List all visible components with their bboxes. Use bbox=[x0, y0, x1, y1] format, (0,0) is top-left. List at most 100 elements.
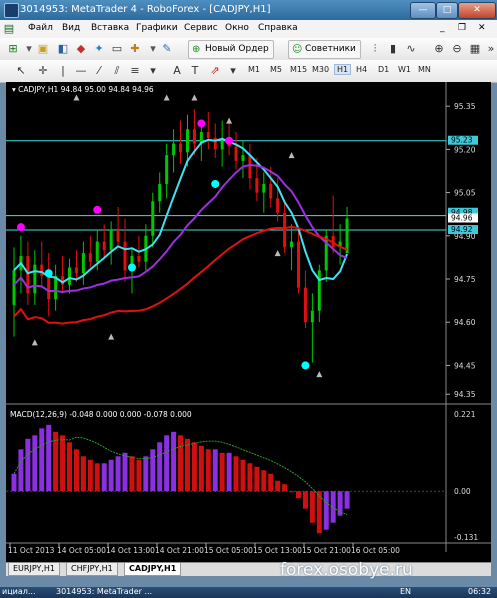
timeframe-m30[interactable]: M30 bbox=[312, 65, 329, 74]
macd-bar bbox=[233, 456, 239, 492]
macd-bar bbox=[212, 449, 218, 492]
signal-dot bbox=[211, 179, 220, 188]
macd-bar bbox=[302, 491, 308, 509]
text-icon[interactable]: A bbox=[170, 64, 184, 78]
candle-body bbox=[88, 253, 92, 262]
timeframe-m15[interactable]: M15 bbox=[290, 65, 307, 74]
expert-advisors-button[interactable]: ☺ Советники bbox=[288, 40, 361, 59]
candle-body bbox=[109, 230, 113, 251]
mdi-minimize-icon[interactable]: _ bbox=[440, 23, 445, 33]
candle-body bbox=[185, 129, 189, 153]
candle-body bbox=[192, 129, 196, 144]
new-chart-icon[interactable]: ⊞ bbox=[6, 42, 20, 56]
price-tick-label: 94.75 bbox=[454, 275, 476, 284]
minimize-button[interactable]: — bbox=[410, 2, 436, 19]
menu-charts[interactable]: Графики bbox=[136, 23, 178, 33]
dropdown-arrow-icon[interactable]: ▾ bbox=[226, 64, 240, 78]
profiles-icon[interactable]: ▣ bbox=[36, 42, 50, 56]
fibonacci-icon[interactable]: ≡ bbox=[128, 64, 142, 78]
macd-bar bbox=[316, 491, 322, 534]
navigator-icon[interactable]: ✦ bbox=[92, 42, 106, 56]
timeframe-h4[interactable]: H4 bbox=[356, 65, 367, 74]
chevron-right-icon[interactable]: » bbox=[484, 42, 497, 56]
dropdown-arrow-icon[interactable]: ▾ bbox=[146, 64, 160, 78]
tile-windows-icon[interactable]: ▦ bbox=[468, 42, 482, 56]
tab-cadjpy[interactable]: CADJPY,H1 bbox=[124, 563, 182, 576]
metaeditor-icon[interactable]: ✎ bbox=[160, 42, 174, 56]
timeframe-h1[interactable]: H1 bbox=[334, 64, 352, 75]
channel-icon[interactable]: ⫽ bbox=[110, 64, 124, 78]
new-order-button[interactable]: ⊕ Новый Ордер bbox=[188, 40, 274, 59]
terminal-icon[interactable]: ▭ bbox=[110, 42, 124, 56]
trendline-icon[interactable]: ⁄ bbox=[92, 64, 106, 78]
menu-window[interactable]: Окно bbox=[225, 23, 249, 33]
close-button[interactable]: ✕ bbox=[458, 2, 496, 19]
menu-file[interactable]: Файл bbox=[28, 23, 53, 33]
zoom-out-icon[interactable]: ⊖ bbox=[450, 42, 464, 56]
advisors-icon: ☺ bbox=[292, 44, 303, 55]
dropdown-arrow-icon[interactable]: ▾ bbox=[146, 42, 160, 56]
horizontal-line-icon[interactable]: — bbox=[74, 64, 88, 78]
macd-bar bbox=[129, 456, 135, 492]
macd-bar bbox=[67, 442, 73, 492]
macd-bar bbox=[39, 428, 45, 492]
line-chart-icon[interactable]: ∿ bbox=[404, 42, 418, 56]
price-chart[interactable]: 95.35 95.20 95.05 94.90 94.75 94.60 94.45 94.35… bbox=[6, 82, 491, 562]
timeframe-m1[interactable]: M1 bbox=[248, 65, 260, 74]
macd-bar bbox=[344, 491, 350, 509]
timeframe-d1[interactable]: D1 bbox=[378, 65, 389, 74]
tester-icon[interactable]: ✚ bbox=[128, 42, 142, 56]
window-title-bar[interactable]: 3014953: MetaTrader 4 - RoboForex - [CAD… bbox=[0, 0, 497, 20]
language-indicator[interactable]: EN bbox=[400, 587, 411, 596]
candle-chart-icon[interactable]: ▮ bbox=[386, 42, 400, 56]
macd-bar bbox=[136, 459, 142, 492]
vertical-line-icon[interactable]: | bbox=[56, 64, 70, 78]
crosshair-icon[interactable]: ✛ bbox=[36, 64, 50, 78]
zoom-in-icon[interactable]: ⊕ bbox=[432, 42, 446, 56]
macd-bar bbox=[11, 473, 17, 492]
mdi-restore-icon[interactable]: ❐ bbox=[458, 23, 466, 33]
taskbar-app-button[interactable]: 3014953: MetaTrader ... bbox=[56, 587, 152, 596]
clock: 06:32 bbox=[468, 587, 492, 596]
time-label: 16 Oct 05:00 bbox=[351, 546, 400, 555]
tab-eurjpy[interactable]: EURJPY,H1 bbox=[8, 563, 61, 576]
drawing-toolbar: ↖ ✛ | — ⁄ ⫽ ≡ ▾ A T ⇗ ▾ M1 M5 M15 M30 H1… bbox=[0, 60, 497, 83]
tab-chfjpy[interactable]: CHFJPY,H1 bbox=[66, 563, 118, 576]
candle-body bbox=[33, 264, 37, 294]
dropdown-arrow-icon[interactable]: ▾ bbox=[22, 42, 36, 56]
macd-header: MACD(12,26,9) -0.048 0.000 0.000 -0.078 … bbox=[10, 410, 192, 419]
new-order-label: Новый Ордер bbox=[205, 44, 269, 54]
timeframe-mn[interactable]: MN bbox=[418, 65, 431, 74]
timeframe-m5[interactable]: M5 bbox=[270, 65, 282, 74]
timeframe-w1[interactable]: W1 bbox=[398, 65, 411, 74]
signal-dot bbox=[44, 269, 53, 278]
market-watch-icon[interactable]: ◧ bbox=[56, 42, 70, 56]
taskbar-left-label[interactable]: ициал... bbox=[2, 587, 36, 596]
arrows-icon[interactable]: ⇗ bbox=[208, 64, 222, 78]
data-window-icon[interactable]: ◆ bbox=[74, 42, 88, 56]
maximize-button[interactable]: □ bbox=[436, 2, 458, 19]
candle-body bbox=[158, 183, 162, 202]
macd-bar bbox=[80, 456, 86, 492]
time-label: 15 Oct 13:00 bbox=[253, 546, 302, 555]
candle-body bbox=[283, 212, 287, 248]
macd-bar bbox=[60, 435, 66, 492]
bar-chart-icon[interactable]: ⫶ bbox=[368, 42, 382, 56]
price-badge-label: 94.92 bbox=[451, 225, 473, 234]
mdi-close-icon[interactable]: ✕ bbox=[478, 23, 486, 33]
candle-body bbox=[234, 146, 238, 161]
menu-insert[interactable]: Вставка bbox=[91, 23, 129, 33]
time-label: 11 Oct 2013 bbox=[8, 546, 55, 555]
menu-tools[interactable]: Сервис bbox=[184, 23, 218, 33]
candle-body bbox=[172, 143, 176, 156]
candle-body bbox=[137, 255, 141, 262]
price-tick-label: 94.35 bbox=[454, 390, 476, 399]
macd-bar bbox=[219, 452, 225, 492]
text-label-icon[interactable]: T bbox=[188, 64, 202, 78]
menu-help[interactable]: Справка bbox=[258, 23, 298, 33]
cursor-icon[interactable]: ↖ bbox=[14, 64, 28, 78]
time-label: 14 Oct 21:00 bbox=[155, 546, 204, 555]
menu-view[interactable]: Вид bbox=[62, 23, 80, 33]
candle-body bbox=[151, 201, 155, 236]
macd-bar bbox=[171, 431, 177, 492]
